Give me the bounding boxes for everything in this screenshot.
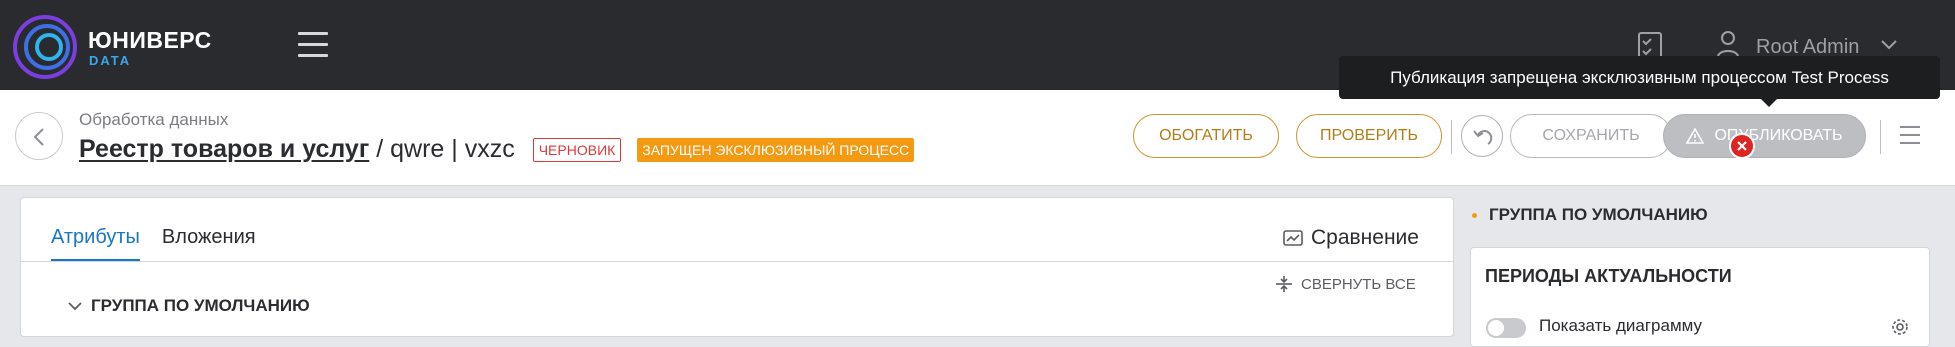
undo-icon [1473,130,1493,145]
brand-subtitle: DATA [89,53,132,68]
right-panel-group-title[interactable]: ГРУППА ПО УМОЛЧАНИЮ [1472,205,1708,225]
gear-icon[interactable] [1891,318,1909,336]
user-icon[interactable] [1716,30,1740,58]
brand-name: ЮНИВЕРС [88,27,212,53]
more-menu-icon[interactable] [1900,126,1920,146]
collapse-label: СВЕРНУТЬ ВСЕ [1301,275,1416,293]
collapse-icon [1276,276,1292,292]
warning-icon [1686,128,1705,144]
exclusive-process-badge: ЗАПУЩЕН ЭКСКЛЮЗИВНЫЙ ПРОЦЕСС [637,137,915,162]
draft-badge: ЧЕРНОВИК [532,137,622,162]
validity-periods-title: ПЕРИОДЫ АКТУАЛЬНОСТИ [1485,266,1732,286]
tab-attributes[interactable]: Атрибуты [51,226,140,262]
attributes-card: Атрибуты Вложения Сравнение СВЕРНУТЬ ВСЕ… [20,197,1454,337]
show-diagram-toggle[interactable] [1486,318,1526,338]
status-dot [1472,212,1477,218]
publish-button[interactable]: ОПУБЛИКОВАТЬ [1663,114,1866,158]
tab-divider [21,261,1453,262]
chevron-down-icon[interactable] [1880,38,1898,52]
page-title: Реестр товаров и услуг / qwre | vxzc ЧЕР… [79,135,915,164]
chevron-down-icon [68,302,82,311]
error-icon [1729,133,1755,159]
divider [1880,120,1881,154]
show-diagram-label: Показать диаграмму [1539,316,1703,335]
tooltip-arrow [1761,99,1777,107]
registry-link[interactable]: Реестр товаров и услуг [79,135,369,164]
attribute-group-header[interactable]: ГРУППА ПО УМОЛЧАНИЮ [67,296,310,316]
enrich-button[interactable]: ОБОГАТИТЬ [1133,114,1279,158]
compare-label: Сравнение [1311,226,1419,249]
collapse-all-button[interactable]: СВЕРНУТЬ ВСЕ [1275,275,1416,293]
record-name: / qwre | vxzc [376,135,515,163]
hamburger-menu-icon[interactable] [298,32,328,58]
chevron-left-icon [33,128,44,146]
back-button[interactable] [15,112,63,160]
divider [1451,120,1452,154]
universe-logo-icon[interactable] [12,14,78,80]
undo-button[interactable] [1461,115,1503,157]
tab-attachments[interactable]: Вложения [162,226,256,262]
right-panel-group-label: ГРУППА ПО УМОЛЧАНИЮ [1489,205,1708,224]
validity-periods-card: ПЕРИОДЫ АКТУАЛЬНОСТИ Показать диаграмму [1470,247,1930,347]
record-header: Обработка данных Реестр товаров и услуг … [0,90,1955,186]
compare-icon [1283,230,1303,246]
breadcrumb[interactable]: Обработка данных [79,110,228,130]
group-label: ГРУППА ПО УМОЛЧАНИЮ [91,296,310,315]
publish-disabled-tooltip: Публикация запрещена эксклюзивным процес… [1339,56,1940,99]
compare-button[interactable]: Сравнение [1283,226,1419,250]
check-button[interactable]: ПРОВЕРИТЬ [1296,114,1442,158]
save-button[interactable]: СОХРАНИТЬ [1510,114,1672,158]
tab-bar: Атрибуты Вложения [51,226,278,262]
